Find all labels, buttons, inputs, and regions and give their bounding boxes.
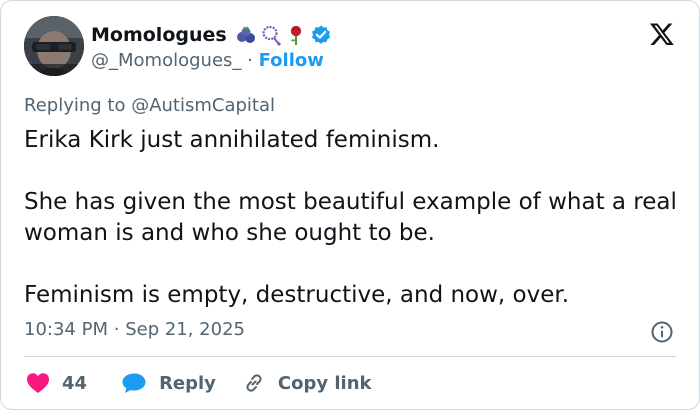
avatar-image [24, 16, 84, 76]
timestamp-time: 10:34 PM [24, 319, 108, 340]
speech-bubble-icon [122, 373, 146, 393]
handle-separator: · [247, 50, 253, 71]
author-name-row: Momologues [91, 23, 332, 47]
timestamp-date: Sep 21, 2025 [125, 319, 245, 340]
info-icon[interactable] [650, 320, 674, 344]
blueberries-emoji [236, 26, 255, 43]
reply-label: Reply [159, 372, 216, 394]
reply-button[interactable]: Reply [121, 372, 216, 394]
x-logo-icon[interactable] [649, 21, 675, 47]
timestamp-separator: · [113, 319, 120, 340]
follow-link[interactable]: Follow [259, 50, 324, 71]
avatar[interactable] [24, 16, 84, 76]
verified-badge-icon [311, 25, 330, 44]
replying-to-mention[interactable]: @AutismCapital [131, 95, 275, 116]
divider [24, 356, 676, 357]
copy-link-button[interactable]: Copy link [242, 371, 372, 395]
heart-icon [27, 373, 49, 393]
author-display-name[interactable]: Momologues [91, 24, 227, 46]
copy-link-label: Copy link [277, 372, 372, 394]
like-button[interactable]: 44 [26, 372, 87, 394]
tweet-card: Momologues @_Momologues_ · Follow Replyi… [0, 0, 700, 410]
rose-emoji [290, 25, 301, 45]
like-count: 44 [62, 372, 88, 394]
tweet-text: Erika Kirk just annihilated feminism. Sh… [24, 127, 677, 308]
prayer-beads-emoji [262, 25, 281, 46]
link-icon [246, 374, 262, 392]
author-handle-row: @_Momologues_ · Follow [91, 50, 324, 71]
replying-to: Replying to @AutismCapital [24, 95, 275, 116]
replying-to-prefix: Replying to [24, 95, 132, 116]
author-handle[interactable]: @_Momologues_ [91, 50, 241, 71]
author-emojis [235, 24, 332, 46]
tweet-timestamp[interactable]: 10:34 PM · Sep 21, 2025 [24, 319, 245, 340]
tweet-actions: 44 Reply Copy link [26, 369, 372, 397]
